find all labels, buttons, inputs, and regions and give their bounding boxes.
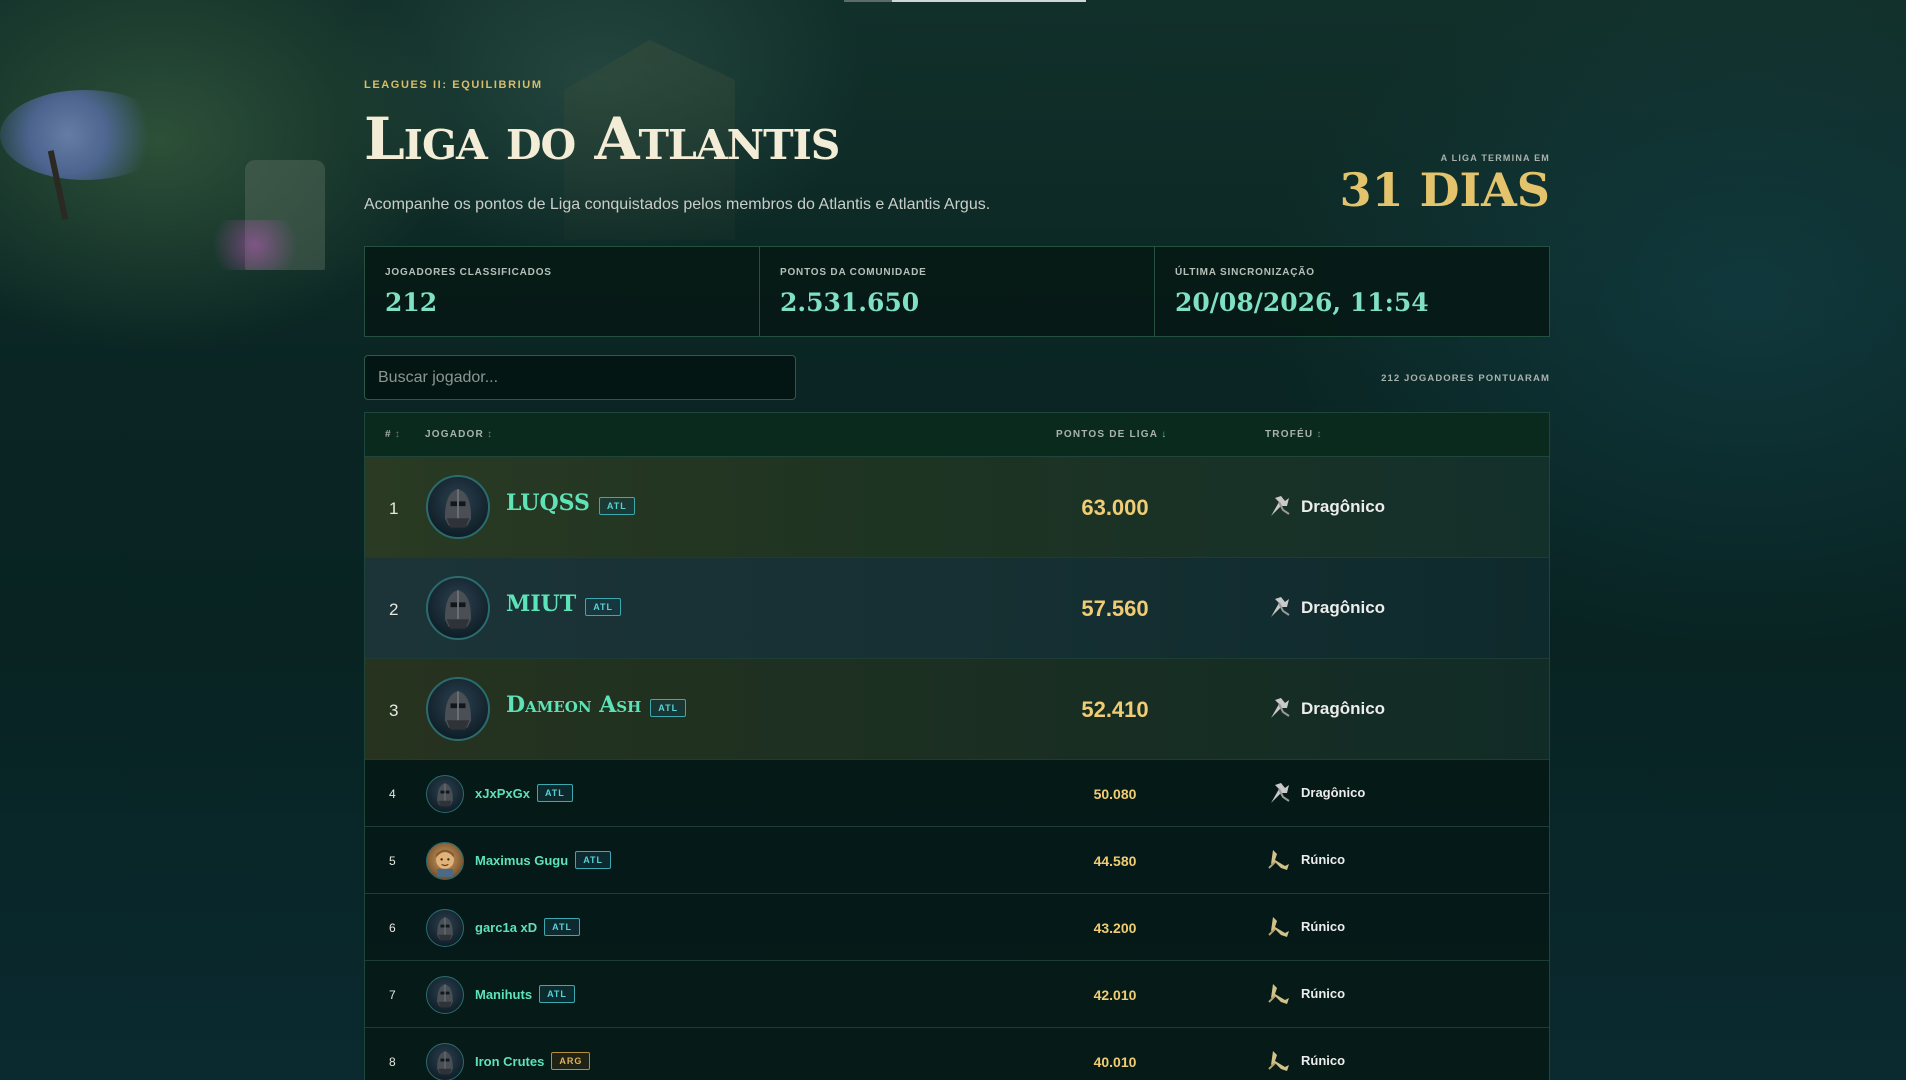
stat-value: 2.531.650: [780, 288, 920, 317]
background-tree: [0, 90, 170, 180]
league-points: 44.580: [1093, 853, 1137, 869]
helmet-icon: [426, 976, 464, 1014]
search-input[interactable]: [364, 355, 796, 400]
player-name[interactable]: Dameon Ash: [506, 692, 641, 718]
page-title: Liga do Atlantis: [364, 105, 840, 173]
clan-tag-badge: ARG: [551, 1052, 591, 1070]
loading-bar: [844, 0, 1086, 2]
leaderboard-table: # ↕ JOGADOR ↕ PONTOS DE LIGA ↓ TROFÉU ↕ 1 LUQ…: [364, 412, 1550, 1080]
helmet-icon: [426, 677, 490, 741]
clan-tag-badge: ATL: [585, 598, 622, 616]
column-header-label: #: [385, 429, 392, 440]
players-count-label: 212 JOGADORES PONTUARAM: [1381, 373, 1550, 384]
column-header-label: JOGADOR: [425, 429, 484, 440]
stat-value: 20/08/2026, 11:54: [1175, 288, 1429, 317]
stat-label: JOGADORES CLASSIFICADOS: [385, 267, 552, 278]
stat-last-sync: ÚLTIMA SINCRONIZAÇÃO 20/08/2026, 11:54: [1155, 247, 1549, 336]
player-avatar: [426, 842, 464, 880]
player-name[interactable]: garc1a xD: [475, 920, 537, 935]
sort-desc-icon: ↓: [1161, 429, 1168, 440]
rank-number: 1: [389, 499, 399, 518]
helmet-icon: [426, 475, 490, 539]
rank-number: 2: [389, 600, 399, 619]
stat-value: 212: [385, 288, 438, 317]
rank-number: 7: [389, 988, 396, 1002]
page-subtitle: Acompanhe os pontos de Liga conquistados…: [364, 196, 991, 213]
trophy-name: Rúnico: [1301, 919, 1346, 934]
player-name[interactable]: LUQSS: [506, 490, 590, 516]
table-row[interactable]: 3 Dameon Ash ATL 52.410 Dragônico: [365, 659, 1549, 760]
league-points: 50.080: [1093, 786, 1137, 802]
stats-panel: JOGADORES CLASSIFICADOS 212 PONTOS DA CO…: [364, 246, 1550, 337]
helmet-icon: [426, 576, 490, 640]
table-row[interactable]: 7 Manihuts ATL 42.010 Rúnico: [365, 961, 1549, 1028]
clan-tag-badge: ATL: [650, 699, 687, 717]
league-points: 57.560: [1081, 596, 1149, 621]
sort-icon: ↕: [394, 429, 401, 440]
clan-tag-badge: ATL: [544, 918, 580, 936]
clan-tag-badge: ATL: [539, 985, 575, 1003]
league-points: 40.010: [1093, 1054, 1137, 1070]
clan-tag-badge: ATL: [598, 497, 635, 515]
clan-tag-badge: ATL: [575, 851, 612, 869]
column-header-player[interactable]: JOGADOR ↕: [425, 429, 493, 440]
league-points: 63.000: [1081, 495, 1149, 520]
league-points: 52.410: [1081, 697, 1149, 722]
helmet-icon: [426, 1043, 464, 1080]
table-row[interactable]: 2 MIUT ATL 57.560 Dragônico: [365, 558, 1549, 659]
player-name[interactable]: Manihuts: [475, 987, 532, 1002]
helmet-icon: [426, 775, 464, 813]
dragon-trophy-icon: [1265, 694, 1293, 722]
stat-community-points: PONTOS DA COMUNIDADE 2.531.650: [760, 247, 1155, 336]
table-row[interactable]: 5 Maximus Gugu ATL 44.580 Rúnico: [365, 827, 1549, 894]
table-body: 1 LUQSS ATL 63.000 Dragônico 2 MIUT ATL 57.560 Dr…: [365, 457, 1549, 1080]
rank-number: 3: [389, 701, 399, 720]
dragon-trophy-icon: [1265, 779, 1293, 807]
rune-trophy-icon: [1265, 1047, 1293, 1075]
rank-number: 5: [389, 854, 396, 868]
stat-label: PONTOS DA COMUNIDADE: [780, 267, 927, 278]
table-row[interactable]: 8 Iron Crutes ARG 40.010 Rúnico: [365, 1028, 1549, 1080]
league-points: 42.010: [1093, 987, 1137, 1003]
trophy-name: Rúnico: [1301, 1053, 1346, 1068]
table-header: # ↕ JOGADOR ↕ PONTOS DE LIGA ↓ TROFÉU ↕: [365, 413, 1549, 457]
league-eyebrow: LEAGUES II: EQUILIBRIUM: [364, 79, 543, 91]
trophy-name: Rúnico: [1301, 852, 1346, 867]
league-ends-value: 31 DIAS: [1339, 163, 1550, 217]
background-flowers: [200, 220, 310, 270]
table-row[interactable]: 1 LUQSS ATL 63.000 Dragônico: [365, 457, 1549, 558]
rank-number: 8: [389, 1055, 396, 1069]
column-header-trophy[interactable]: TROFÉU ↕: [1265, 429, 1323, 440]
trophy-name: Rúnico: [1301, 986, 1346, 1001]
stat-label: ÚLTIMA SINCRONIZAÇÃO: [1175, 267, 1315, 278]
column-header-label: PONTOS DE LIGA: [1056, 429, 1159, 440]
rank-number: 4: [389, 787, 396, 801]
table-row[interactable]: 4 xJxPxGx ATL 50.080 Dragônico: [365, 760, 1549, 827]
column-header-rank[interactable]: # ↕: [385, 429, 401, 440]
column-header-points[interactable]: PONTOS DE LIGA ↓: [1056, 429, 1167, 440]
column-header-label: TROFÉU: [1265, 429, 1314, 440]
sort-icon: ↕: [1316, 429, 1323, 440]
rune-trophy-icon: [1265, 980, 1293, 1008]
trophy-name: Dragônico: [1301, 785, 1366, 800]
player-name[interactable]: xJxPxGx: [475, 786, 530, 801]
stat-ranked-players: JOGADORES CLASSIFICADOS 212: [365, 247, 760, 336]
rune-trophy-icon: [1265, 913, 1293, 941]
rune-trophy-icon: [1265, 846, 1293, 874]
clan-tag-badge: ATL: [536, 784, 573, 802]
helmet-icon: [426, 909, 464, 947]
dragon-trophy-icon: [1265, 492, 1293, 520]
trophy-name: Dragônico: [1301, 497, 1386, 516]
trophy-name: Dragônico: [1301, 598, 1386, 617]
rank-number: 6: [389, 921, 396, 935]
dragon-trophy-icon: [1265, 593, 1293, 621]
sort-icon: ↕: [486, 429, 494, 440]
player-name[interactable]: Iron Crutes: [475, 1054, 544, 1069]
player-name[interactable]: Maximus Gugu: [475, 853, 568, 868]
trophy-name: Dragônico: [1301, 699, 1386, 718]
league-points: 43.200: [1093, 920, 1137, 936]
player-name[interactable]: MIUT: [506, 591, 576, 617]
table-row[interactable]: 6 garc1a xD ATL 43.200 Rúnico: [365, 894, 1549, 961]
league-ends-label: A LIGA TERMINA EM: [1440, 153, 1550, 163]
